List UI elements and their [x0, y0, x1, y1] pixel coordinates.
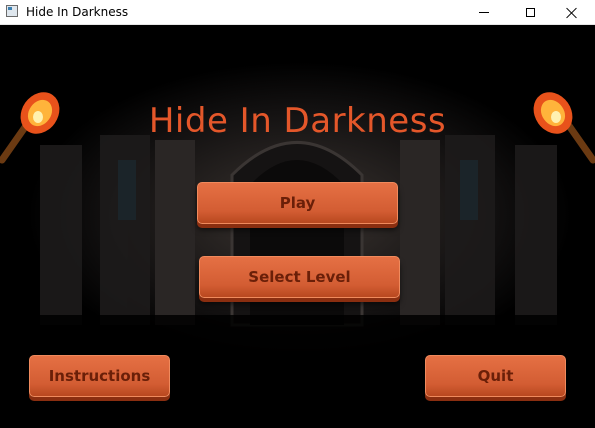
quit-button[interactable]: Quit	[425, 355, 566, 397]
maximize-icon	[525, 8, 535, 17]
close-icon	[566, 7, 578, 19]
select-level-button[interactable]: Select Level	[199, 256, 400, 298]
app-icon	[6, 5, 18, 17]
game-title: Hide In Darkness	[148, 101, 447, 141]
minimize-icon	[479, 12, 489, 13]
window-titlebar[interactable]: Hide In Darkness	[0, 0, 595, 25]
maximize-button[interactable]	[507, 0, 553, 25]
window-title: Hide In Darkness	[26, 5, 129, 19]
minimize-button[interactable]	[461, 0, 507, 25]
close-button[interactable]	[549, 0, 595, 25]
game-scene: Hide In Darkness Play Select Level Instr…	[0, 25, 595, 428]
play-button[interactable]: Play	[197, 182, 398, 224]
instructions-button[interactable]: Instructions	[29, 355, 170, 397]
